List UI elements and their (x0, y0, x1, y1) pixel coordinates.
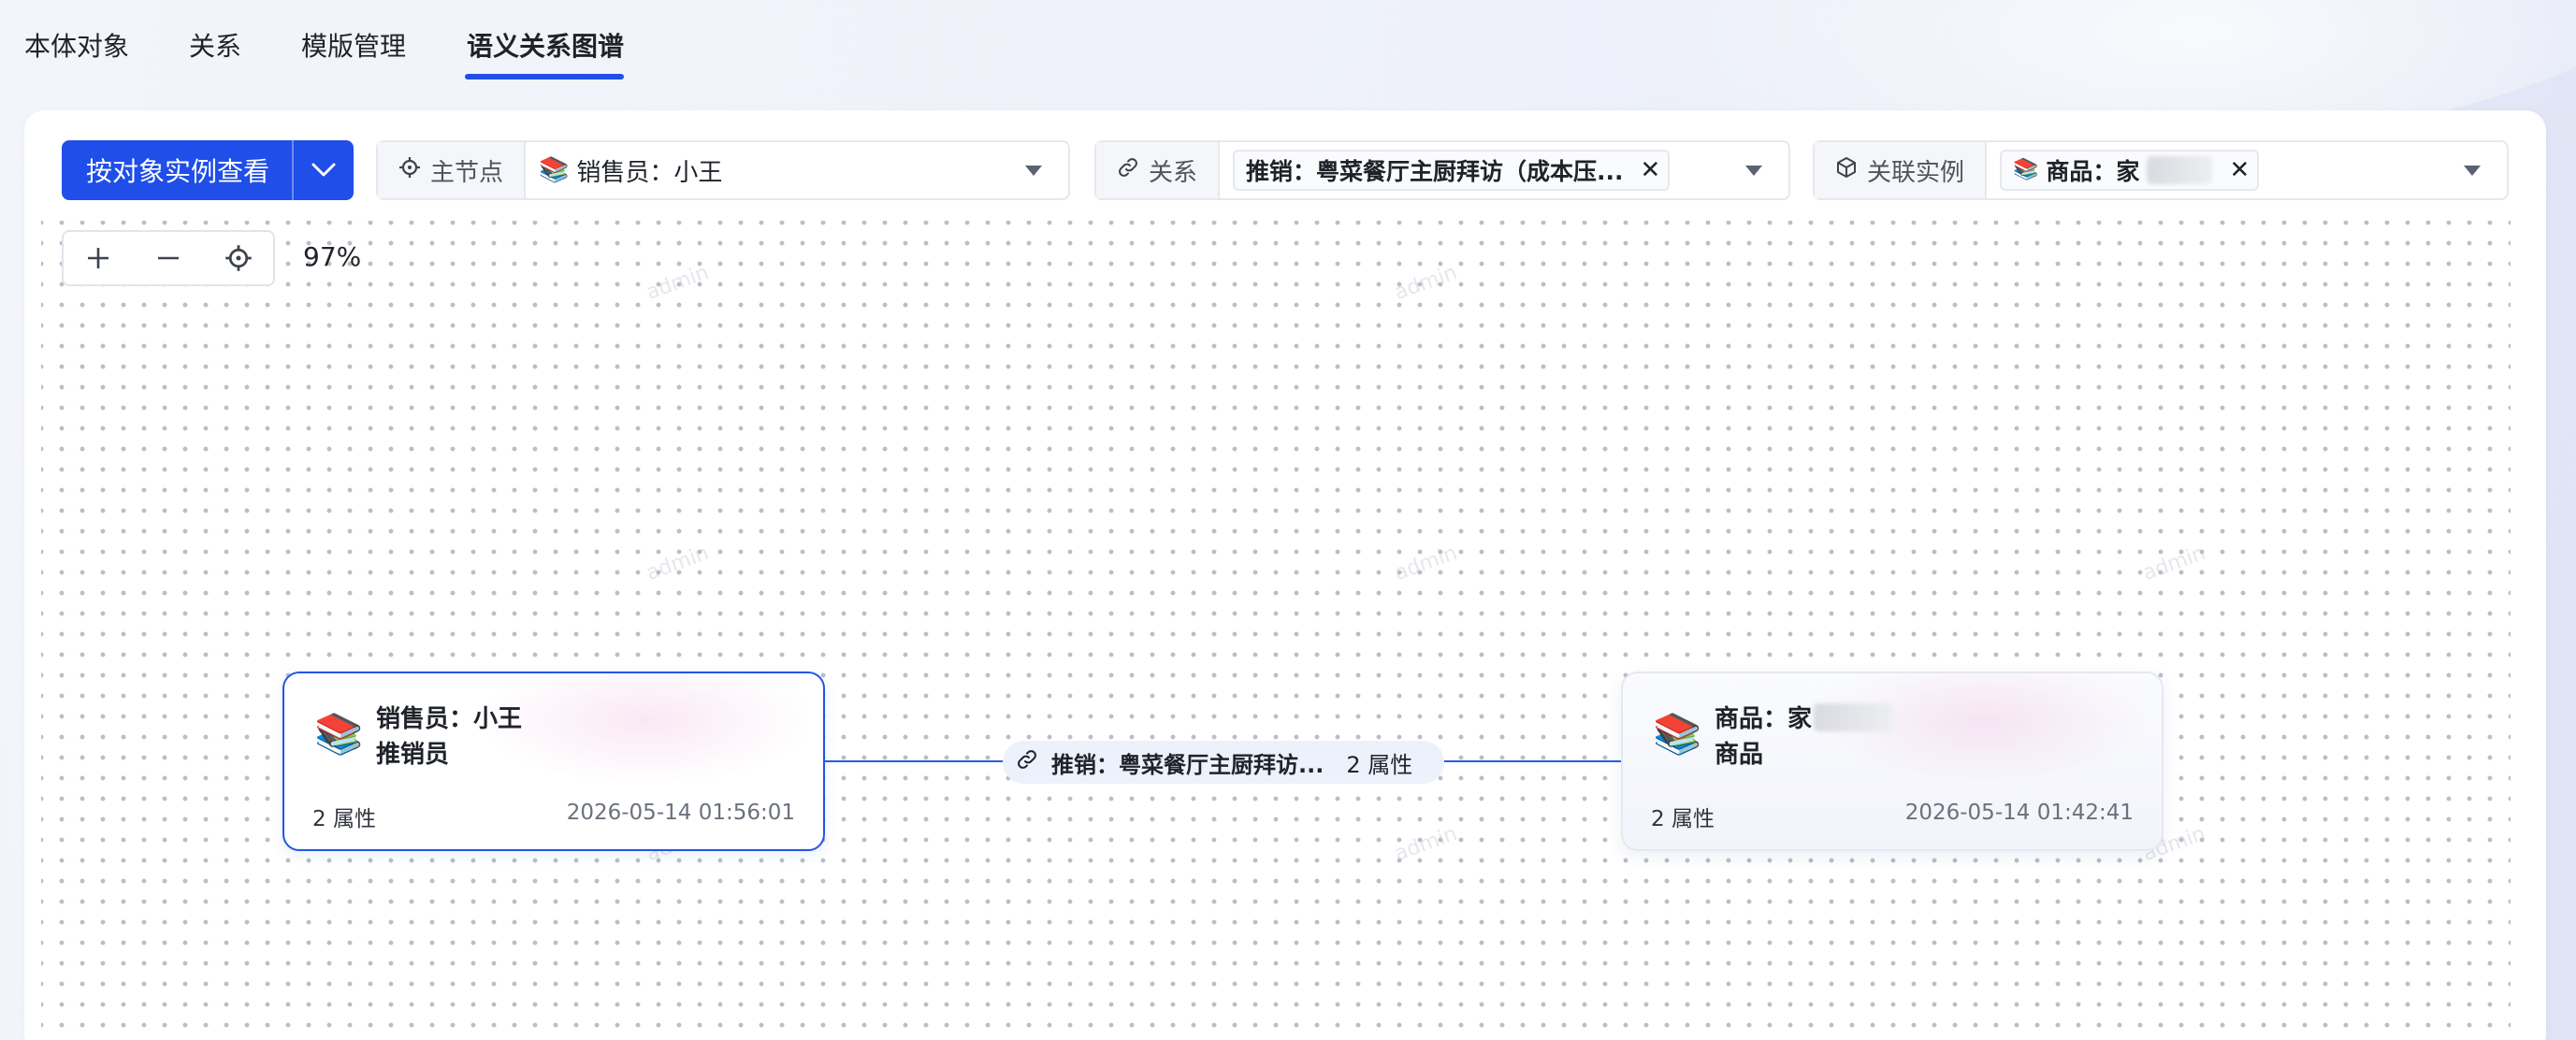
relation-tag: 推销：粤菜餐厅主厨拜访（成本压... ✕ (1233, 150, 1671, 191)
node-title-row: 商品：家 (1715, 700, 1893, 734)
node-timestamp: 2026-05-14 01:56:01 (566, 801, 795, 825)
node-title: 商品：家 (1715, 705, 1813, 733)
caret-down-icon (1025, 166, 1042, 176)
recenter-icon[interactable] (215, 235, 262, 282)
crosshair-icon (398, 156, 421, 185)
node-title: 销售员：小王 (376, 705, 523, 733)
caret-down-icon (2464, 166, 2481, 176)
related-instance-tag: 📚 商品：家 ✕ (2000, 150, 2260, 191)
node-type: 商品 (1715, 741, 1764, 769)
chevron-down-icon[interactable] (294, 162, 354, 179)
graph-node-salesperson[interactable]: 📚 销售员：小王 推销员 2 属性 2026-05-14 01:56:01 (282, 672, 825, 851)
edge-line-left (825, 760, 1005, 762)
graph-node-product[interactable]: 📚 商品：家 商品 2 属性 2026-05-14 01:42:41 (1621, 672, 2164, 851)
zoom-out-icon[interactable] (145, 235, 192, 282)
books-icon: 📚 (1653, 711, 1702, 757)
zoom-in-icon[interactable] (75, 235, 122, 282)
edge-line-right (1442, 760, 1623, 762)
view-by-instance-button[interactable]: 按对象实例查看 (62, 140, 354, 200)
cube-icon (1835, 156, 1858, 185)
related-instance-tag-label: 商品：家 (2046, 158, 2140, 185)
zoom-control (62, 230, 275, 286)
redacted-text (1814, 702, 1893, 731)
close-icon[interactable]: ✕ (1641, 156, 1661, 184)
zoom-level: 97% (303, 241, 362, 272)
tab-relations[interactable]: 关系 (189, 26, 241, 64)
related-instance-select[interactable]: 关联实例 📚 商品：家 ✕ (1813, 140, 2509, 200)
view-by-instance-label: 按对象实例查看 (86, 156, 270, 187)
caret-down-icon (1745, 166, 1762, 176)
node-attr-count: 2 属性 (312, 807, 376, 831)
node-glow (477, 673, 814, 786)
node-attr-count: 2 属性 (1651, 807, 1715, 831)
related-instance-prefix: 关联实例 (1815, 142, 1988, 198)
relation-tag-label: 推销：粤菜餐厅主厨拜访（成本压... (1246, 158, 1624, 185)
close-icon[interactable]: ✕ (2229, 156, 2250, 184)
edge-relation-label: 推销：粤菜餐厅主厨拜访... (1051, 751, 1324, 778)
edge-attr-count: 2 属性 (1346, 751, 1413, 778)
active-tab-indicator (465, 74, 624, 79)
link-icon (1117, 156, 1139, 185)
tab-semantic-graph[interactable]: 语义关系图谱 (467, 26, 624, 64)
graph-canvas[interactable] (41, 221, 2511, 1040)
related-instance-prefix-label: 关联实例 (1867, 158, 1965, 187)
link-icon (1016, 748, 1038, 776)
node-type: 推销员 (376, 741, 450, 769)
tab-ontology-objects[interactable]: 本体对象 (24, 26, 129, 64)
relation-prefix-label: 关系 (1149, 158, 1198, 187)
main-node-value: 销售员：小王 (576, 158, 723, 187)
main-node-prefix-label: 主节点 (430, 158, 504, 187)
relation-select[interactable]: 关系 推销：粤菜餐厅主厨拜访（成本压... ✕ (1094, 140, 1790, 200)
main-node-select[interactable]: 主节点 📚 销售员：小王 (376, 140, 1070, 200)
redacted-text (2147, 156, 2213, 184)
main-node-prefix: 主节点 (378, 142, 527, 198)
relation-prefix: 关系 (1096, 142, 1221, 198)
books-icon: 📚 (314, 711, 364, 757)
node-timestamp: 2026-05-14 01:42:41 (1904, 801, 2134, 825)
tab-template-management[interactable]: 模版管理 (301, 26, 406, 64)
books-icon: 📚 (2013, 158, 2039, 181)
books-icon: 📚 (539, 156, 570, 184)
edge-label[interactable]: 推销：粤菜餐厅主厨拜访... 2 属性 (1003, 741, 1444, 784)
